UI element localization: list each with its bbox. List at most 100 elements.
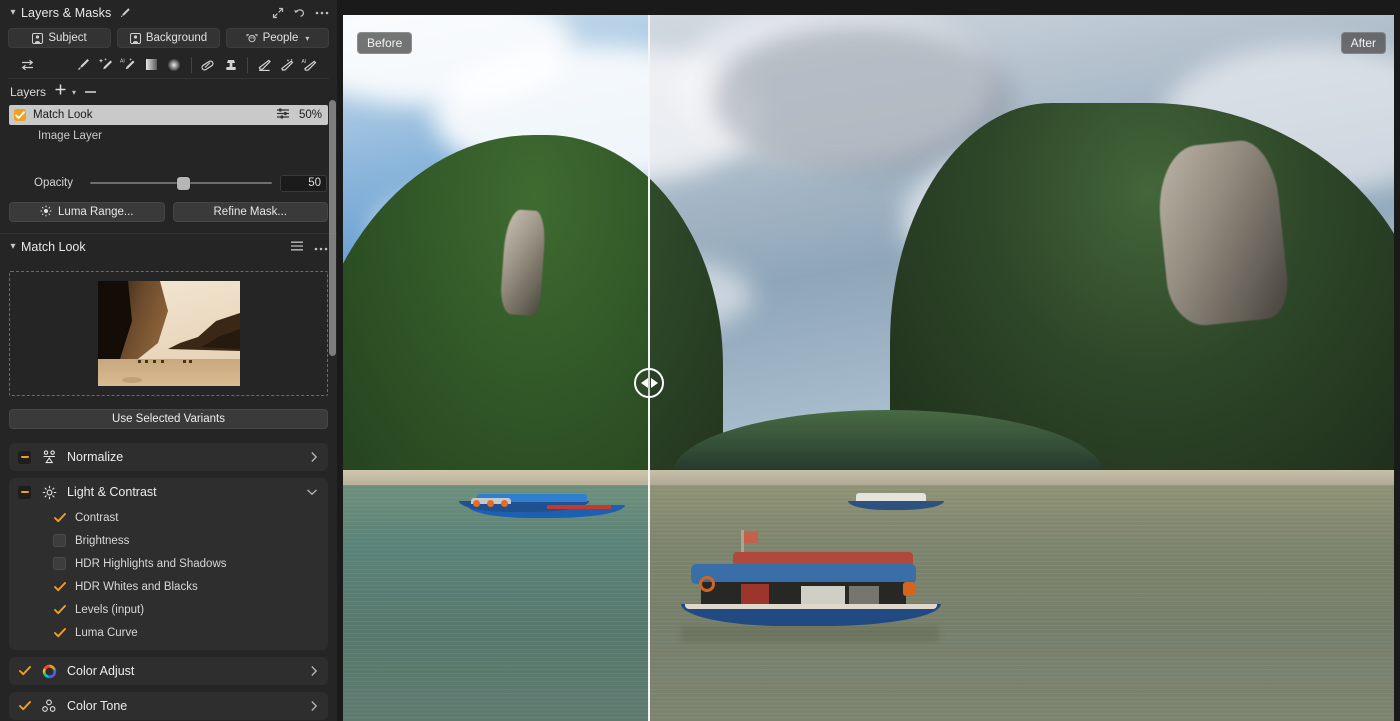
more-options-icon[interactable] — [315, 11, 329, 15]
base-layer-label: Image Layer — [38, 129, 102, 142]
adjustment-card-color-adjust: Color Adjust — [9, 657, 328, 685]
adjustment-name-light-and-contrast: Light & Contrast — [67, 485, 157, 499]
boat-cluster-before — [455, 493, 625, 519]
layers-toolbar: Layers ▾ — [0, 79, 337, 105]
light-contrast-icon — [40, 485, 58, 500]
sliders-icon[interactable] — [276, 106, 290, 124]
layer-visibility-checkbox[interactable] — [14, 109, 26, 121]
color-tone-checkbox[interactable] — [18, 700, 31, 713]
sun-icon — [40, 205, 52, 220]
layer-name: Match Look — [33, 109, 93, 121]
option-hdr-whites-checkbox[interactable] — [53, 580, 66, 593]
option-hdr-highlights-label: HDR Highlights and Shadows — [75, 557, 227, 570]
chevron-down-icon[interactable] — [306, 488, 318, 496]
segment-background[interactable]: Background — [117, 28, 220, 48]
before-image-half — [343, 15, 648, 721]
adjustment-name-normalize: Normalize — [67, 450, 124, 464]
chevron-down-icon[interactable]: ▾ — [305, 34, 309, 43]
option-levels-checkbox[interactable] — [53, 603, 66, 616]
linear-gradient-icon[interactable] — [140, 54, 163, 76]
after-image-half — [649, 15, 1394, 721]
ai-eraser-icon[interactable]: AI — [298, 54, 321, 76]
clone-stamp-icon[interactable] — [219, 54, 242, 76]
reset-arrow-icon[interactable] — [293, 7, 306, 19]
light-contrast-partial-checkbox[interactable] — [18, 485, 31, 499]
chevron-right-icon[interactable] — [310, 700, 318, 712]
reference-image-dropzone[interactable] — [9, 271, 328, 396]
luma-range-label: Luma Range... — [58, 206, 134, 218]
adjustment-header-light-and-contrast[interactable]: Light & Contrast — [9, 478, 328, 506]
app-window: ▾ Layers & Masks Subject Background Peop… — [0, 0, 1400, 721]
option-hdr-highlights-and-shadows[interactable]: HDR Highlights and Shadows — [9, 552, 328, 575]
brush-icon — [119, 7, 131, 19]
opacity-slider[interactable] — [90, 176, 272, 190]
slider-knob[interactable] — [177, 177, 191, 190]
option-brightness-checkbox[interactable] — [53, 534, 66, 547]
option-luma-curve[interactable]: Luma Curve — [9, 621, 328, 644]
layer-opacity-percent: 50% — [298, 109, 322, 121]
magic-eraser-icon[interactable] — [276, 54, 299, 76]
toolbar-divider — [190, 56, 192, 73]
layer-row-match-look[interactable]: Match Look 50% — [9, 105, 328, 125]
eraser-icon[interactable] — [253, 54, 276, 76]
remove-layer-button[interactable] — [84, 90, 97, 94]
adjustment-header-color-tone[interactable]: Color Tone — [9, 692, 328, 720]
face-detect-icon — [246, 33, 258, 44]
more-options-icon[interactable] — [314, 238, 328, 256]
option-contrast-checkbox[interactable] — [53, 511, 66, 524]
brush-icon[interactable] — [72, 54, 95, 76]
list-icon[interactable] — [290, 238, 304, 256]
svg-text:AI: AI — [120, 59, 125, 65]
adjustment-card-normalize: Normalize — [9, 443, 328, 471]
reference-thumbnail[interactable] — [97, 281, 240, 386]
option-hdr-whites-label: HDR Whites and Blacks — [75, 580, 198, 593]
opacity-value-field[interactable]: 50 — [280, 174, 327, 192]
segment-subject[interactable]: Subject — [8, 28, 111, 48]
panel-scrollbar[interactable] — [329, 100, 336, 356]
normalize-icon — [40, 450, 58, 464]
ai-brush-icon[interactable]: AI — [118, 54, 141, 76]
adjustment-header-normalize[interactable]: Normalize — [9, 443, 328, 471]
panel-collapse-chevron-down-icon[interactable]: ▾ — [6, 8, 20, 18]
option-hdr-highlights-checkbox[interactable] — [53, 557, 66, 570]
color-tone-icon — [40, 699, 58, 713]
radial-gradient-icon[interactable] — [163, 54, 186, 76]
normalize-partial-checkbox[interactable] — [18, 450, 31, 464]
background-person-icon — [129, 32, 141, 44]
adjustment-groups: Normalize Light & Contrast Contrast Brig… — [0, 429, 337, 720]
luma-range-button[interactable]: Luma Range... — [9, 202, 165, 222]
match-look-collapse-chevron-down-icon[interactable]: ▾ — [6, 242, 20, 252]
option-hdr-whites-and-blacks[interactable]: HDR Whites and Blacks — [9, 575, 328, 598]
color-adjust-checkbox[interactable] — [18, 665, 31, 678]
match-look-title: Match Look — [21, 240, 86, 254]
plus-icon — [54, 83, 67, 101]
segment-people[interactable]: People ▾ — [226, 28, 329, 48]
before-after-drag-handle[interactable] — [634, 368, 664, 398]
expand-arrows-icon[interactable] — [272, 7, 284, 19]
add-layer-button[interactable]: ▾ — [54, 83, 76, 101]
triangle-left-icon — [640, 378, 648, 388]
adjustment-header-color-adjust[interactable]: Color Adjust — [9, 657, 328, 685]
before-after-canvas[interactable]: Before After — [343, 15, 1394, 721]
healing-icon[interactable] — [197, 54, 220, 76]
option-brightness[interactable]: Brightness — [9, 529, 328, 552]
karst-cliff-after — [1152, 137, 1292, 329]
adjustment-name-color-adjust: Color Adjust — [67, 664, 135, 678]
person-icon — [32, 32, 44, 44]
chevron-right-icon[interactable] — [310, 665, 318, 677]
chevron-down-icon[interactable]: ▾ — [72, 88, 76, 97]
segment-background-label: Background — [145, 32, 208, 44]
option-luma-curve-checkbox[interactable] — [53, 626, 66, 639]
layer-row-image-layer[interactable]: Image Layer — [9, 125, 328, 146]
refine-mask-button[interactable]: Refine Mask... — [172, 202, 328, 222]
option-levels-input[interactable]: Levels (input) — [9, 598, 328, 621]
option-contrast[interactable]: Contrast — [9, 506, 328, 529]
magic-brush-icon[interactable] — [95, 54, 118, 76]
mask-preset-segments: Subject Background People ▾ — [0, 26, 337, 51]
cursor-arrows-icon[interactable] — [16, 54, 39, 76]
mask-action-buttons: Luma Range... Refine Mask... — [0, 194, 337, 222]
chevron-right-icon[interactable] — [310, 451, 318, 463]
use-selected-variants-button[interactable]: Use Selected Variants — [9, 409, 328, 429]
color-wheel-icon — [40, 664, 58, 679]
svg-text:AI: AI — [302, 59, 307, 65]
